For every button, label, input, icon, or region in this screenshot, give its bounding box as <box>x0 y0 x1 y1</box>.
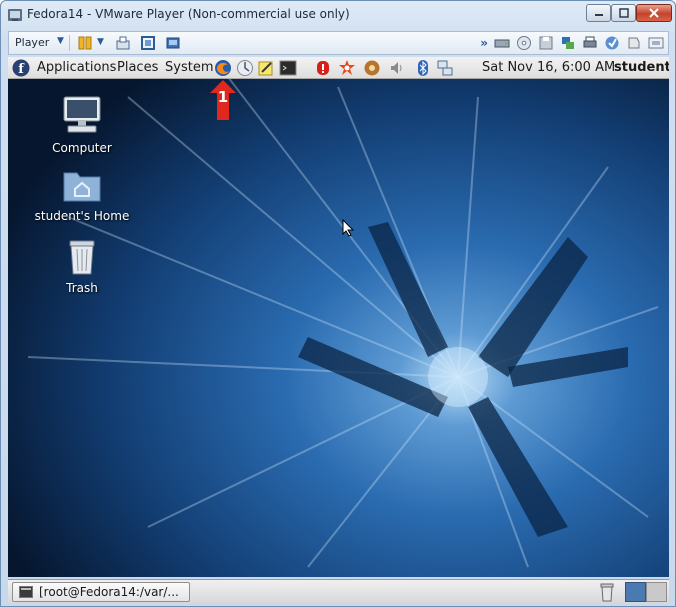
maximize-button[interactable] <box>611 4 636 22</box>
terminal-window-icon <box>19 586 33 598</box>
title-bar[interactable]: Fedora14 - VMware Player (Non-commercial… <box>1 1 675 29</box>
guest-desktop-screen[interactable]: f Applications Places System Sat Nov 16,… <box>8 57 669 577</box>
taskbar-window-label: [root@Fedora14:/var/... <box>39 585 179 599</box>
pause-icon[interactable] <box>77 35 93 51</box>
mouse-cursor-icon <box>342 219 354 237</box>
panel-clock[interactable]: Sat Nov 16, 6:00 AM <box>482 60 615 75</box>
update-icon[interactable] <box>338 59 356 77</box>
desktop-icon-home[interactable]: student's Home <box>32 165 132 223</box>
toolbar-separator <box>69 35 70 51</box>
more-chevron-icon[interactable]: » <box>480 36 488 50</box>
send-ctrl-alt-del-icon[interactable] <box>115 35 131 51</box>
vmware-toolbar: Player ▼ ▼ » <box>8 31 669 55</box>
sound-icon[interactable] <box>604 35 620 51</box>
unity-icon[interactable] <box>165 35 181 51</box>
vmware-player-window: Fedora14 - VMware Player (Non-commercial… <box>0 0 676 607</box>
desktop-icon-label: Trash <box>66 281 98 295</box>
terminal-icon[interactable] <box>279 59 297 77</box>
floppy-icon[interactable] <box>538 35 554 51</box>
volume-icon[interactable] <box>388 59 406 77</box>
vmware-app-icon <box>8 9 22 21</box>
desktop-icon-label: Computer <box>52 141 112 155</box>
rhythmbox-icon[interactable] <box>363 59 381 77</box>
gnome-top-panel: f Applications Places System Sat Nov 16,… <box>8 57 669 79</box>
minimize-icon <box>594 14 603 16</box>
desktop-icon-label: student's Home <box>34 209 130 223</box>
player-menu[interactable]: Player <box>15 36 49 49</box>
printer-icon[interactable] <box>582 35 598 51</box>
hard-disk-icon[interactable] <box>494 35 510 51</box>
player-menu-arrow-icon[interactable]: ▼ <box>57 36 64 46</box>
applications-menu[interactable]: Applications <box>37 60 116 75</box>
computer-icon <box>63 96 101 133</box>
maximize-icon <box>618 8 629 18</box>
pause-dropdown-arrow-icon[interactable]: ▼ <box>97 37 104 47</box>
close-icon <box>649 8 659 18</box>
cd-dvd-icon[interactable] <box>516 35 532 51</box>
trash-icon <box>69 240 95 275</box>
bluetooth-icon[interactable] <box>414 59 432 77</box>
minimize-button[interactable] <box>586 4 611 22</box>
user-switcher[interactable]: student <box>614 60 669 75</box>
network-icon[interactable] <box>436 59 454 77</box>
display-icon[interactable] <box>648 35 664 51</box>
usb-icon[interactable] <box>626 35 642 51</box>
evolution-icon[interactable] <box>236 59 254 77</box>
home-folder-icon <box>63 172 101 202</box>
close-button[interactable] <box>636 4 672 22</box>
desktop-icon-computer[interactable]: Computer <box>32 93 132 155</box>
alert-icon[interactable] <box>314 59 332 77</box>
places-menu[interactable]: Places <box>117 60 158 75</box>
workspace-1-switcher[interactable] <box>625 582 646 602</box>
firefox-icon[interactable] <box>214 59 232 77</box>
fedora-logo-icon[interactable]: f <box>12 59 30 77</box>
network-adapter-icon[interactable] <box>560 35 576 51</box>
notes-icon[interactable] <box>257 59 275 77</box>
trash-applet-icon[interactable] <box>598 582 616 602</box>
fullscreen-icon[interactable] <box>140 35 156 51</box>
gnome-bottom-panel: [root@Fedora14:/var/... <box>8 579 669 603</box>
step-annotation-label: 1 <box>217 88 229 106</box>
desktop-icon-trash[interactable]: Trash <box>32 235 132 295</box>
taskbar-window-button[interactable]: [root@Fedora14:/var/... <box>12 582 190 602</box>
workspace-2-switcher[interactable] <box>646 582 667 602</box>
window-title: Fedora14 - VMware Player (Non-commercial… <box>27 7 350 21</box>
system-menu[interactable]: System <box>165 60 213 75</box>
